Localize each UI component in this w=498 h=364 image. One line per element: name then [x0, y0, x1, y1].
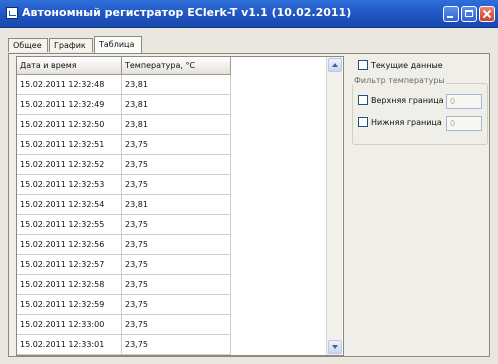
cell-datetime[interactable]: 15.02.2011 12:32:57 [17, 255, 122, 275]
scroll-up-button[interactable] [328, 58, 342, 72]
data-table[interactable]: Дата и время Температура, °C 15.02.2011 … [16, 56, 344, 356]
window-title: Автономный регистратор EClerk-T v1.1 (10… [22, 6, 352, 19]
tab-graph[interactable]: График [49, 38, 93, 52]
scroll-down-button[interactable] [328, 340, 342, 354]
cell-datetime[interactable]: 15.02.2011 12:32:50 [17, 115, 122, 135]
current-data-label: Текущие данные [371, 60, 443, 70]
lower-bound-checkbox[interactable] [358, 117, 368, 127]
upper-bound-label: Верхняя граница [371, 95, 444, 105]
tab-table[interactable]: Таблица [94, 36, 142, 53]
cell-temperature[interactable]: 23,75 [122, 315, 231, 335]
temperature-filter-group [352, 83, 488, 145]
app-icon [6, 7, 18, 19]
cell-datetime[interactable]: 15.02.2011 12:32:56 [17, 235, 122, 255]
cell-temperature[interactable]: 23,75 [122, 175, 231, 195]
lower-bound-option[interactable]: Нижняя граница [358, 117, 442, 127]
temperature-filter-title: Фильтр температуры [353, 76, 446, 85]
upper-bound-checkbox[interactable] [358, 95, 368, 105]
tab-general[interactable]: Общее [8, 38, 48, 52]
cell-temperature[interactable]: 23,75 [122, 135, 231, 155]
cell-datetime[interactable]: 15.02.2011 12:32:51 [17, 135, 122, 155]
lower-bound-input[interactable]: 0 [446, 116, 482, 131]
cell-temperature[interactable]: 23,81 [122, 115, 231, 135]
cell-temperature[interactable]: 23,75 [122, 215, 231, 235]
cell-temperature[interactable]: 23,75 [122, 275, 231, 295]
lower-bound-label: Нижняя граница [371, 117, 442, 127]
cell-datetime[interactable]: 15.02.2011 12:32:54 [17, 195, 122, 215]
current-data-checkbox[interactable] [358, 60, 368, 70]
maximize-button[interactable] [461, 6, 477, 22]
cell-temperature[interactable]: 23,75 [122, 155, 231, 175]
minimize-button[interactable] [443, 6, 459, 22]
cell-datetime[interactable]: 15.02.2011 12:32:55 [17, 215, 122, 235]
title-bar[interactable]: Автономный регистратор EClerk-T v1.1 (10… [0, 0, 498, 28]
column-header-datetime[interactable]: Дата и время [17, 57, 122, 75]
cell-temperature[interactable]: 23,81 [122, 195, 231, 215]
column-header-temperature[interactable]: Температура, °C [122, 57, 231, 75]
close-button[interactable] [479, 6, 495, 22]
upper-bound-option[interactable]: Верхняя граница [358, 95, 444, 105]
cell-datetime[interactable]: 15.02.2011 12:32:49 [17, 95, 122, 115]
cell-datetime[interactable]: 15.02.2011 12:32:59 [17, 295, 122, 315]
current-data-option[interactable]: Текущие данные [358, 60, 443, 70]
cell-temperature[interactable]: 23,81 [122, 95, 231, 115]
cell-temperature[interactable]: 23,75 [122, 295, 231, 315]
upper-bound-input[interactable]: 0 [446, 94, 482, 109]
cell-datetime[interactable]: 15.02.2011 12:32:52 [17, 155, 122, 175]
cell-datetime[interactable]: 15.02.2011 12:32:58 [17, 275, 122, 295]
cell-temperature[interactable]: 23,75 [122, 255, 231, 275]
cell-temperature[interactable]: 23,75 [122, 335, 231, 355]
cell-datetime[interactable]: 15.02.2011 12:33:00 [17, 315, 122, 335]
cell-datetime[interactable]: 15.02.2011 12:32:53 [17, 175, 122, 195]
cell-temperature[interactable]: 23,75 [122, 235, 231, 255]
vertical-scrollbar[interactable] [326, 57, 342, 355]
cell-temperature[interactable]: 23,81 [122, 75, 231, 95]
cell-datetime[interactable]: 15.02.2011 12:32:48 [17, 75, 122, 95]
table-header: Дата и время Температура, °C [17, 57, 231, 75]
cell-datetime[interactable]: 15.02.2011 12:33:01 [17, 335, 122, 355]
